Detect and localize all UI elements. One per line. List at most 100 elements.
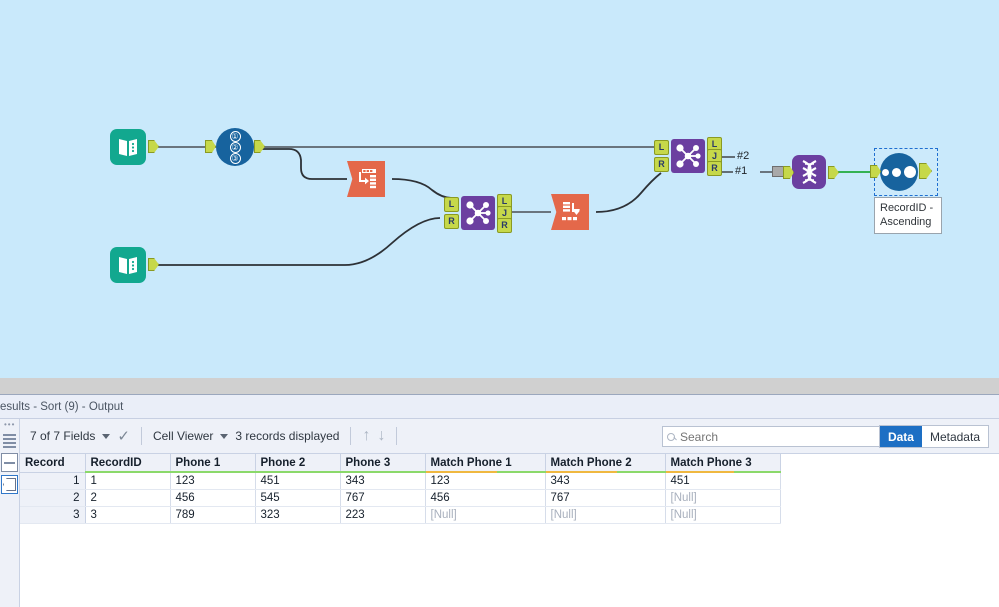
transpose-tool[interactable] xyxy=(347,161,385,197)
search-icon xyxy=(667,433,675,441)
crosstab-icon xyxy=(558,201,582,223)
book-icon xyxy=(116,253,140,277)
column-header[interactable]: Record xyxy=(20,454,85,472)
table-cell[interactable]: 451 xyxy=(255,472,340,489)
table-cell[interactable]: 545 xyxy=(255,489,340,506)
column-header[interactable]: Phone 3 xyxy=(340,454,425,472)
join-output-R[interactable]: R xyxy=(707,161,722,176)
table-cell[interactable]: 123 xyxy=(170,472,255,489)
table-cell[interactable]: 343 xyxy=(340,472,425,489)
join-tool-1[interactable]: L R L J R xyxy=(461,196,495,230)
table-body: 1112345134312334345122456545767456767[Nu… xyxy=(20,472,780,523)
workflow-canvas[interactable]: ① ② ③ xyxy=(0,0,999,378)
table-cell[interactable]: [Null] xyxy=(545,506,665,523)
join-nodes-icon xyxy=(675,143,701,169)
results-pane: esults - Sort (9) - Output ••• 7 of 7 Fi… xyxy=(0,395,999,607)
book-icon xyxy=(116,135,140,159)
checkmark-icon[interactable]: ✓ xyxy=(117,429,130,444)
column-header[interactable]: Match Phone 2 xyxy=(545,454,665,472)
record-id-tool[interactable]: ① ② ③ xyxy=(216,128,254,166)
search-input[interactable] xyxy=(680,430,875,444)
digit-2: ② xyxy=(230,142,241,153)
data-tab[interactable]: Data xyxy=(880,426,922,447)
crosstab-tool[interactable] xyxy=(551,194,589,230)
dot-medium xyxy=(892,168,901,177)
results-title: esults - Sort (9) - Output xyxy=(0,395,999,419)
table-cell[interactable]: 2 xyxy=(20,489,85,506)
table-cell[interactable]: 767 xyxy=(545,489,665,506)
digit-1: ① xyxy=(230,131,241,142)
table-cell[interactable]: 223 xyxy=(340,506,425,523)
connection-wires xyxy=(0,0,999,378)
grip-dots-icon[interactable]: ••• xyxy=(4,422,19,428)
wireless-connector-icon[interactable] xyxy=(772,166,784,177)
join-input-R[interactable]: R xyxy=(654,157,669,172)
table-row[interactable]: 33789323223[Null][Null][Null] xyxy=(20,506,780,523)
results-table: RecordRecordIDPhone 1Phone 2Phone 3Match… xyxy=(20,454,781,524)
results-toolbar: 7 of 7 Fields ✓ Cell Viewer 3 records di… xyxy=(20,419,999,454)
table-cell[interactable]: 3 xyxy=(85,506,170,523)
table-cell[interactable]: 456 xyxy=(425,489,545,506)
column-header[interactable]: Match Phone 3 xyxy=(665,454,780,472)
table-cell[interactable]: 123 xyxy=(425,472,545,489)
dna-helix-icon xyxy=(797,159,822,185)
input-port[interactable] xyxy=(783,166,794,179)
table-row[interactable]: 11123451343123343451 xyxy=(20,472,780,489)
chevron-down-icon[interactable] xyxy=(102,434,110,439)
chevron-down-icon[interactable] xyxy=(220,434,228,439)
cell-viewer-label[interactable]: Cell Viewer xyxy=(153,429,213,443)
metadata-tab[interactable]: Metadata xyxy=(922,426,988,447)
table-icon[interactable] xyxy=(1,453,18,472)
fields-count-label[interactable]: 7 of 7 Fields xyxy=(30,429,95,443)
dot-large xyxy=(904,166,916,178)
column-header[interactable]: Phone 1 xyxy=(170,454,255,472)
table-header-row: RecordRecordIDPhone 1Phone 2Phone 3Match… xyxy=(20,454,780,472)
table-cell[interactable]: 3 xyxy=(20,506,85,523)
table-cell[interactable]: 1 xyxy=(20,472,85,489)
table-cell[interactable]: 1 xyxy=(85,472,170,489)
sort-tool[interactable] xyxy=(880,153,918,191)
results-icon-rail: ••• xyxy=(0,419,20,607)
toolbar-separator xyxy=(396,427,397,445)
view-toggle-group[interactable]: Data Metadata xyxy=(879,425,989,448)
toolbar-separator xyxy=(141,427,142,445)
table-cell[interactable]: [Null] xyxy=(665,489,780,506)
table-cell[interactable]: 789 xyxy=(170,506,255,523)
scroll-up-icon[interactable]: ↑ xyxy=(362,428,370,444)
table-cell[interactable]: 456 xyxy=(170,489,255,506)
table-cell[interactable]: 2 xyxy=(85,489,170,506)
alteryx-designer-window: ① ② ③ xyxy=(0,0,999,607)
dot-small xyxy=(882,169,889,176)
table-cell[interactable]: 767 xyxy=(340,489,425,506)
join-input-R[interactable]: R xyxy=(444,214,459,229)
column-header[interactable]: RecordID xyxy=(85,454,170,472)
join-output-R[interactable]: R xyxy=(497,218,512,233)
table-cell[interactable]: 323 xyxy=(255,506,340,523)
join-tool-2[interactable]: L R L J R xyxy=(671,139,705,173)
digit-3: ③ xyxy=(230,153,241,164)
results-table-wrapper[interactable]: RecordRecordIDPhone 1Phone 2Phone 3Match… xyxy=(20,454,999,607)
search-box[interactable] xyxy=(662,426,890,447)
union-tool[interactable] xyxy=(792,155,826,189)
toolbar-separator xyxy=(350,427,351,445)
table-cell[interactable]: 451 xyxy=(665,472,780,489)
join-input-L[interactable]: L xyxy=(444,197,459,212)
tool-annotation: RecordID - Ascending xyxy=(874,197,942,234)
input-data-tool-2[interactable] xyxy=(110,247,146,283)
list-view-icon[interactable] xyxy=(1,431,18,450)
input-data-tool-1[interactable] xyxy=(110,129,146,165)
records-displayed-label: 3 records displayed xyxy=(235,429,339,443)
table-cell[interactable]: 343 xyxy=(545,472,665,489)
pane-splitter[interactable] xyxy=(0,378,999,395)
table-cell[interactable]: [Null] xyxy=(425,506,545,523)
column-header[interactable]: Phone 2 xyxy=(255,454,340,472)
table-row[interactable]: 22456545767456767[Null] xyxy=(20,489,780,506)
hexagon-icon[interactable] xyxy=(1,475,18,494)
transpose-icon xyxy=(354,168,378,190)
column-header[interactable]: Match Phone 1 xyxy=(425,454,545,472)
scroll-down-icon[interactable]: ↓ xyxy=(377,428,385,444)
table-cell[interactable]: [Null] xyxy=(665,506,780,523)
join-nodes-icon xyxy=(465,200,491,226)
wireless-label-2: #2 xyxy=(737,150,749,162)
join-input-L[interactable]: L xyxy=(654,140,669,155)
